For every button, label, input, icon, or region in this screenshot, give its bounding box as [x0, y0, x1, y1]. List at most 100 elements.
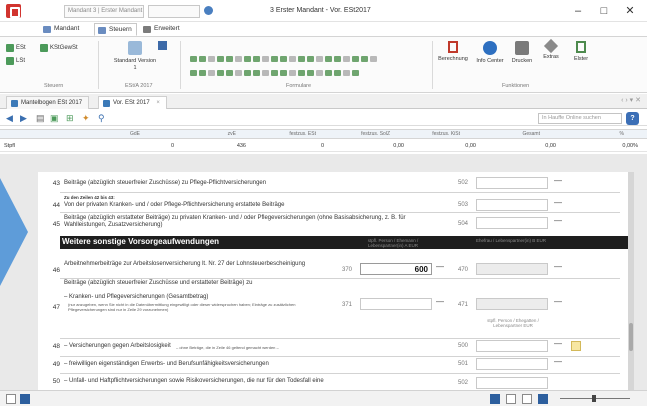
row-note: – ohne Beträge, die in Zeile 46 geltend …: [176, 345, 279, 350]
printer-icon: [515, 41, 529, 55]
input-field-371[interactable]: [360, 298, 432, 310]
group-label-formulare: Formulare: [286, 83, 312, 89]
attachment-icon[interactable]: ✦: [82, 113, 90, 123]
row-number: 50: [52, 378, 60, 385]
quick-search-field[interactable]: [148, 5, 200, 18]
save-button[interactable]: [155, 41, 169, 53]
kstgewst-button[interactable]: KStGewSt: [40, 43, 78, 53]
berechnung-button[interactable]: Berechnung: [438, 41, 468, 63]
page-view-button[interactable]: [20, 394, 30, 404]
tab-mantelbogen[interactable]: Mantelbogen ESt 2017: [6, 96, 90, 109]
field-code: 370: [342, 267, 353, 273]
dash: —: [554, 216, 562, 225]
header-gde: GdE: [129, 131, 140, 137]
close-button[interactable]: ✕: [618, 3, 642, 19]
save-icon: [157, 41, 167, 50]
input-field-500[interactable]: [476, 340, 548, 352]
maximize-button[interactable]: □: [592, 3, 616, 19]
divider: [60, 278, 620, 279]
input-field-503[interactable]: [476, 199, 548, 211]
field-code: 500: [458, 343, 469, 349]
extras-button[interactable]: Extras: [536, 38, 566, 61]
form-area: 43 Beiträge (abzüglich steuerfreier Zusc…: [0, 154, 647, 390]
field-code: 504: [458, 221, 469, 227]
document-tabs: Mantelbogen ESt 2017 Vor. ESt 2017 × ‹ ›…: [0, 94, 647, 109]
field-code: 503: [458, 202, 469, 208]
search-input[interactable]: In Hauffe Online suchen: [538, 113, 622, 124]
kstgewst-icon: [40, 44, 48, 52]
field-code: 502: [458, 380, 469, 386]
row-text: – Kranken- und Pflegeversicherungen (Ges…: [64, 294, 209, 300]
view-normal-icon[interactable]: [490, 394, 500, 404]
field-code: 502: [458, 180, 469, 186]
field-code: 471: [458, 302, 469, 308]
ribbon-separator: [180, 41, 181, 89]
forward-arrow-icon[interactable]: ▶: [20, 113, 27, 123]
lst-icon: [6, 57, 14, 65]
note-icon[interactable]: [571, 341, 581, 351]
row-number: 48: [52, 343, 60, 350]
scrollbar-thumb[interactable]: [629, 323, 633, 351]
tab-mandant[interactable]: Mandant: [40, 23, 83, 36]
header-solz: festzus. SolZ: [361, 131, 390, 137]
input-field-470[interactable]: [476, 263, 548, 275]
app-logo-icon: [6, 4, 21, 18]
cell-kist: 0,00: [465, 143, 476, 149]
calculation-icon: [448, 41, 458, 53]
tab-vor-est[interactable]: Vor. ESt 2017 ×: [98, 96, 167, 109]
format-row-1[interactable]: [190, 49, 379, 62]
window-title: 3 Erster Mandant - Vor. ESt2017: [270, 7, 371, 14]
list-icon[interactable]: ▤: [36, 113, 45, 123]
input-field-502[interactable]: [476, 177, 548, 189]
input-field-501[interactable]: [476, 358, 548, 370]
form-icon: [11, 100, 18, 107]
input-field-370[interactable]: 600: [360, 263, 432, 275]
row-pretext: Beiträge (abzüglich steuerfreier Zuschüs…: [64, 280, 253, 286]
cell-percent: 0,00%: [622, 143, 638, 149]
page-prev-button[interactable]: [6, 394, 16, 404]
minimize-button[interactable]: –: [566, 3, 590, 19]
input-field-502b[interactable]: [476, 377, 548, 389]
info-center-button[interactable]: Info Center: [475, 41, 505, 65]
standard-version-button[interactable]: Standard Version 1: [113, 41, 157, 72]
zoom-slider-handle[interactable]: [592, 395, 596, 402]
column-header-b: Ehefrau / Lebenspartner(in) B EUR: [475, 238, 547, 243]
lst-button[interactable]: LSt: [6, 56, 25, 66]
save-disk-icon[interactable]: ▣: [50, 113, 59, 123]
mandant-field[interactable]: Mandant 3 | Erster Mandant: [64, 5, 144, 18]
view-grid-icon[interactable]: [506, 394, 516, 404]
field-code: 470: [458, 267, 469, 273]
view-fit-icon[interactable]: [538, 394, 548, 404]
format-row-2[interactable]: [190, 63, 361, 76]
help-button[interactable]: ?: [626, 112, 639, 125]
back-arrow-icon[interactable]: ◀: [6, 113, 13, 123]
mandant-icon: [43, 26, 51, 33]
tab-nav-icons[interactable]: ‹ › ▾ ✕: [621, 96, 641, 104]
vertical-scrollbar[interactable]: [628, 172, 634, 390]
tab-steuern[interactable]: Steuern: [94, 23, 137, 36]
input-field-471[interactable]: [476, 298, 548, 310]
group-label-steuern: Steuern: [44, 83, 64, 89]
filter-icon[interactable]: ⊞: [66, 113, 74, 123]
toolbar: ◀ ▶ ▤ ▣ ⊞ ✦ ⚲ In Hauffe Online suchen ?: [0, 110, 647, 126]
row-number: 47: [52, 304, 60, 311]
input-field-504[interactable]: [476, 217, 548, 229]
close-tab-icon[interactable]: ×: [156, 100, 160, 106]
tools-icon: [543, 38, 559, 54]
tab-erweitert[interactable]: Erweitert: [140, 23, 184, 36]
view-page-icon[interactable]: [522, 394, 532, 404]
dash: —: [436, 297, 444, 306]
table-row[interactable]: Stpfl 0 436 0 0,00 0,00 0,00 0,00%: [0, 142, 647, 152]
drucken-button[interactable]: Drucken: [507, 41, 537, 65]
navigation-arrow-icon[interactable]: [0, 178, 28, 286]
header-kist: festzus. KiSt: [432, 131, 460, 137]
globe-icon[interactable]: [204, 6, 213, 15]
cell-gde: 0: [170, 143, 174, 149]
row-pretext: Zu den Zeilen 42 bis 43:: [64, 195, 115, 200]
est-button[interactable]: ESt: [6, 43, 26, 53]
link-icon[interactable]: ⚲: [98, 113, 105, 123]
form-page: 43 Beiträge (abzüglich steuerfreier Zusc…: [38, 172, 628, 390]
elster-button[interactable]: Elster: [566, 41, 596, 63]
dash: —: [554, 262, 562, 271]
row-number: 43: [52, 180, 60, 187]
